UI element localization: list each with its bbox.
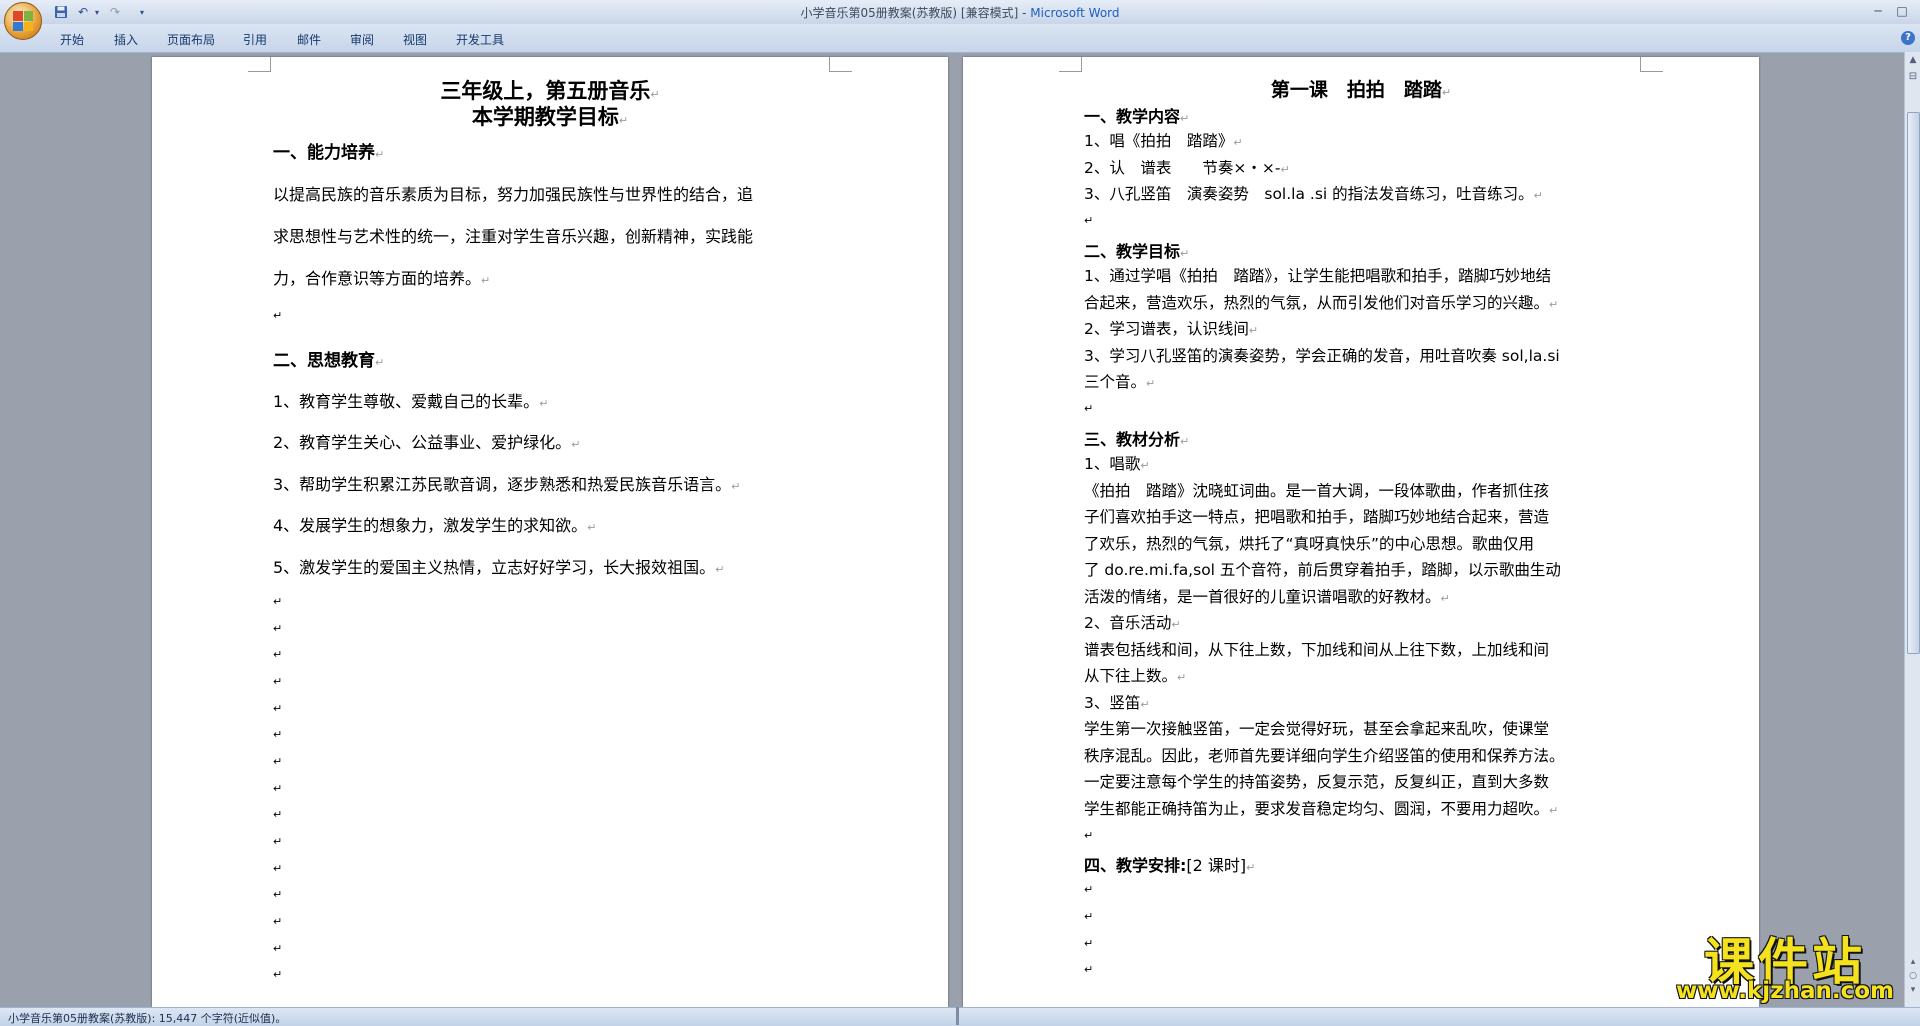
section-heading: 一、能力培养↵ [273,143,385,163]
tab-references[interactable]: 引用 [243,31,267,48]
ribbon-tab-bar: 开始 插入 页面布局 引用 邮件 审阅 视图 开发工具 ? [0,24,1920,53]
save-icon[interactable] [52,3,70,21]
content-line: 1、唱歌↵ [1084,455,1150,473]
watermark-logo: 课件站 www.kjzhan.com [1660,922,1910,1004]
page-subtitle: 本学期教学目标↵ [471,104,629,129]
tab-developer[interactable]: 开发工具 [456,31,504,48]
tab-insert[interactable]: 插入 [114,31,138,48]
paragraph-mark: ↵ [273,309,283,322]
crop-mark [829,57,852,72]
content-line: 了 do.re.mi.fa,sol 五个音符，前后贯穿着拍手，踏脚，以示歌曲生动 [1084,561,1561,579]
help-icon[interactable]: ? [1901,31,1915,45]
content-line: 从下往上数。↵ [1084,667,1187,685]
paragraph-mark: ↵ [273,835,283,848]
content-line: 2、认 谱表 节奏×・×-↵ [1084,159,1290,177]
status-bar: 小学音乐第05册教案(苏教版): 15,447 个字符(近似值)。 [0,1007,1920,1026]
content-line: 《拍拍 踏踏》沈晓虹词曲。是一首大调，一段体歌曲，作者抓住孩 [1084,482,1550,500]
section-heading: 二、教学目标↵ [1084,242,1190,261]
paragraph-mark: ↵ [273,755,283,768]
scrollbar-thumb[interactable] [1907,112,1920,654]
paragraph-mark: ↵ [1084,910,1094,923]
content-line: 三个音。↵ [1084,373,1156,391]
paragraph-line: 以提高民族的音乐素质为目标，努力加强民族性与世界性的结合，追 [273,185,754,204]
vertical-scrollbar[interactable]: ▲ ⊟ ▴ ○ ▾ [1904,52,1920,1007]
paragraph-mark: ↵ [1084,214,1094,227]
lesson-title: 第一课 拍拍 踏踏↵ [1270,79,1452,101]
section-heading: 二、思想教育↵ [273,351,385,371]
view-ruler-icon[interactable]: ⊟ [1905,70,1920,96]
paragraph-line: 力，合作意识等方面的培养。↵ [273,269,491,288]
list-item: 5、激发学生的爱国主义热情，立志好好学习，长大报效祖国。↵ [273,558,725,577]
list-item: 1、教育学生尊敬、爱戴自己的长辈。↵ [273,392,549,411]
paragraph-mark: ↵ [273,702,283,715]
content-line: 秩序混乱。因此，老师首先要详细向学生介绍竖笛的使用和保养方法。 [1084,747,1565,765]
list-item: 3、帮助学生积累江苏民歌音调，逐步熟悉和热爱民族音乐语言。↵ [273,475,741,494]
tab-review[interactable]: 审阅 [350,31,374,48]
scroll-up-icon[interactable]: ▲ [1905,52,1920,68]
list-item: 2、教育学生关心、公益事业、爱护绿化。↵ [273,433,581,452]
paragraph-mark: ↵ [1084,937,1094,950]
content-line: 学生第一次接触竖笛，一定会觉得好玩，甚至会拿起来乱吹，使课堂 [1084,720,1550,738]
list-item: 4、发展学生的想象力，激发学生的求知欲。↵ [273,516,597,535]
paragraph-mark: ↵ [273,915,283,928]
content-line: 3、学习八孔竖笛的演奏姿势，学会正确的发音，用吐音吹奏 sol,la.si [1084,347,1560,365]
paragraph-mark: ↵ [273,968,283,981]
paragraph-line: 求思想性与艺术性的统一，注重对学生音乐兴趣，创新精神，实践能 [273,227,754,246]
section-heading: 三、教材分析↵ [1084,430,1190,449]
window-title: 小学音乐第05册教案(苏教版) [兼容模式] - Microsoft Word [0,4,1920,21]
paragraph-mark: ↵ [273,782,283,795]
tab-page-layout[interactable]: 页面布局 [167,31,215,48]
section-heading: 四、教学安排:[2 课时]↵ [1084,856,1256,875]
paragraph-mark: ↵ [273,675,283,688]
tab-mailings[interactable]: 邮件 [297,31,321,48]
paragraph-mark: ↵ [273,942,283,955]
undo-dropdown-icon[interactable]: ▾ [92,3,102,21]
office-logo-icon[interactable] [4,2,42,40]
content-line: 学生都能正确持笛为止，要求发音稳定均匀、圆润，不要用力超吹。↵ [1084,800,1559,818]
minimize-icon[interactable]: ─ [1866,2,1890,20]
crop-mark [1640,57,1663,72]
crop-mark [1059,57,1082,72]
content-line: 合起来，营造欢乐，热烈的气氛，从而引发他们对音乐学习的兴趣。↵ [1084,294,1559,312]
paragraph-mark: ↵ [273,862,283,875]
content-line: 2、学习谱表，认识线间↵ [1084,320,1259,338]
paragraph-mark: ↵ [273,595,283,608]
content-line: 活泼的情绪，是一首很好的儿童识谱唱歌的好教材。↵ [1084,588,1450,606]
content-line: 1、唱《拍拍 踏踏》↵ [1084,132,1243,150]
content-line: 3、八孔竖笛 演奏姿势 sol.la .si 的指法发音练习，吐音练习。↵ [1084,185,1543,203]
content-line: 一定要注意每个学生的持笛姿势，反复示范，反复纠正，直到大多数 [1084,773,1550,791]
section-heading: 一、教学内容↵ [1084,107,1190,126]
pane-splitter[interactable] [956,1007,959,1025]
title-bar: 小学音乐第05册教案(苏教版) [兼容模式] - Microsoft Word … [0,0,1920,24]
content-line: 1、通过学唱《拍拍 踏踏》，让学生能把唱歌和拍手，踏脚巧妙地结 [1084,267,1552,285]
tab-home[interactable]: 开始 [60,31,84,48]
document-page-left[interactable]: 三年级上，第五册音乐↵ 本学期教学目标↵ 一、能力培养↵ 以提高民族的音乐素质为… [152,57,948,1007]
customize-toolbar-icon[interactable]: ▾ [136,3,148,21]
paragraph-mark: ↵ [273,648,283,661]
paragraph-mark: ↵ [273,622,283,635]
paragraph-mark: ↵ [273,728,283,741]
document-page-right[interactable]: 第一课 拍拍 踏踏↵ 一、教学内容↵ 1、唱《拍拍 踏踏》↵ 2、认 谱表 节奏… [963,57,1759,1007]
window-title-app: Microsoft Word [1030,6,1120,20]
crop-mark [248,57,271,72]
paragraph-mark: ↵ [1084,829,1094,842]
tab-view[interactable]: 视图 [403,31,427,48]
content-line: 2、音乐活动↵ [1084,614,1181,632]
paragraph-mark: ↵ [273,808,283,821]
paragraph-mark: ↵ [1084,963,1094,976]
watermark-url: www.kjzhan.com [1676,978,1894,1004]
window-title-doc: 小学音乐第05册教案(苏教版) [兼容模式] - [800,6,1031,20]
content-line: 3、竖笛↵ [1084,694,1150,712]
content-line: 了欢乐，热烈的气氛，烘托了“真呀真快乐”的中心思想。歌曲仅用 [1084,535,1535,553]
undo-icon[interactable]: ↶ [74,3,92,21]
paragraph-mark: ↵ [1084,402,1094,415]
paragraph-mark: ↵ [273,888,283,901]
paragraph-mark: ↵ [1084,883,1094,896]
content-line: 子们喜欢拍手这一特点，把唱歌和拍手，踏脚巧妙地结合起来，营造 [1084,508,1550,526]
maximize-icon[interactable]: □ [1890,2,1914,20]
redo-icon[interactable]: ↷ [106,3,124,21]
content-line: 谱表包括线和间，从下往上数，下加线和间从上往下数，上加线和间 [1084,641,1550,659]
status-word-count[interactable]: 小学音乐第05册教案(苏教版): 15,447 个字符(近似值)。 [8,1010,286,1026]
